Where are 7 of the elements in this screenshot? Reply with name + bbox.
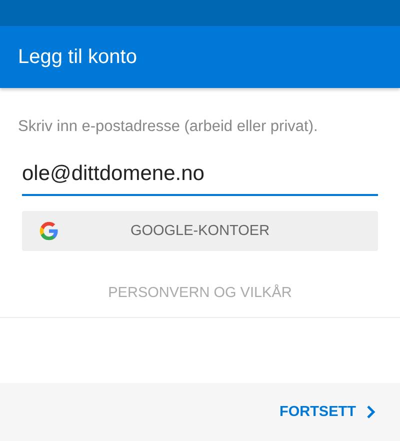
email-field[interactable]: ole@dittdomene.no	[22, 158, 378, 196]
chevron-right-icon	[366, 405, 376, 419]
logo-icon	[38, 220, 60, 242]
app-bar-title: Legg til konto	[18, 46, 137, 68]
continue-button[interactable]: FORTSETT	[279, 404, 376, 420]
google-accounts-button[interactable]: GOOGLE-KONTOER	[22, 211, 378, 251]
prompt-text: Skriv inn e-postadresse (arbeid eller privat).	[18, 118, 319, 136]
